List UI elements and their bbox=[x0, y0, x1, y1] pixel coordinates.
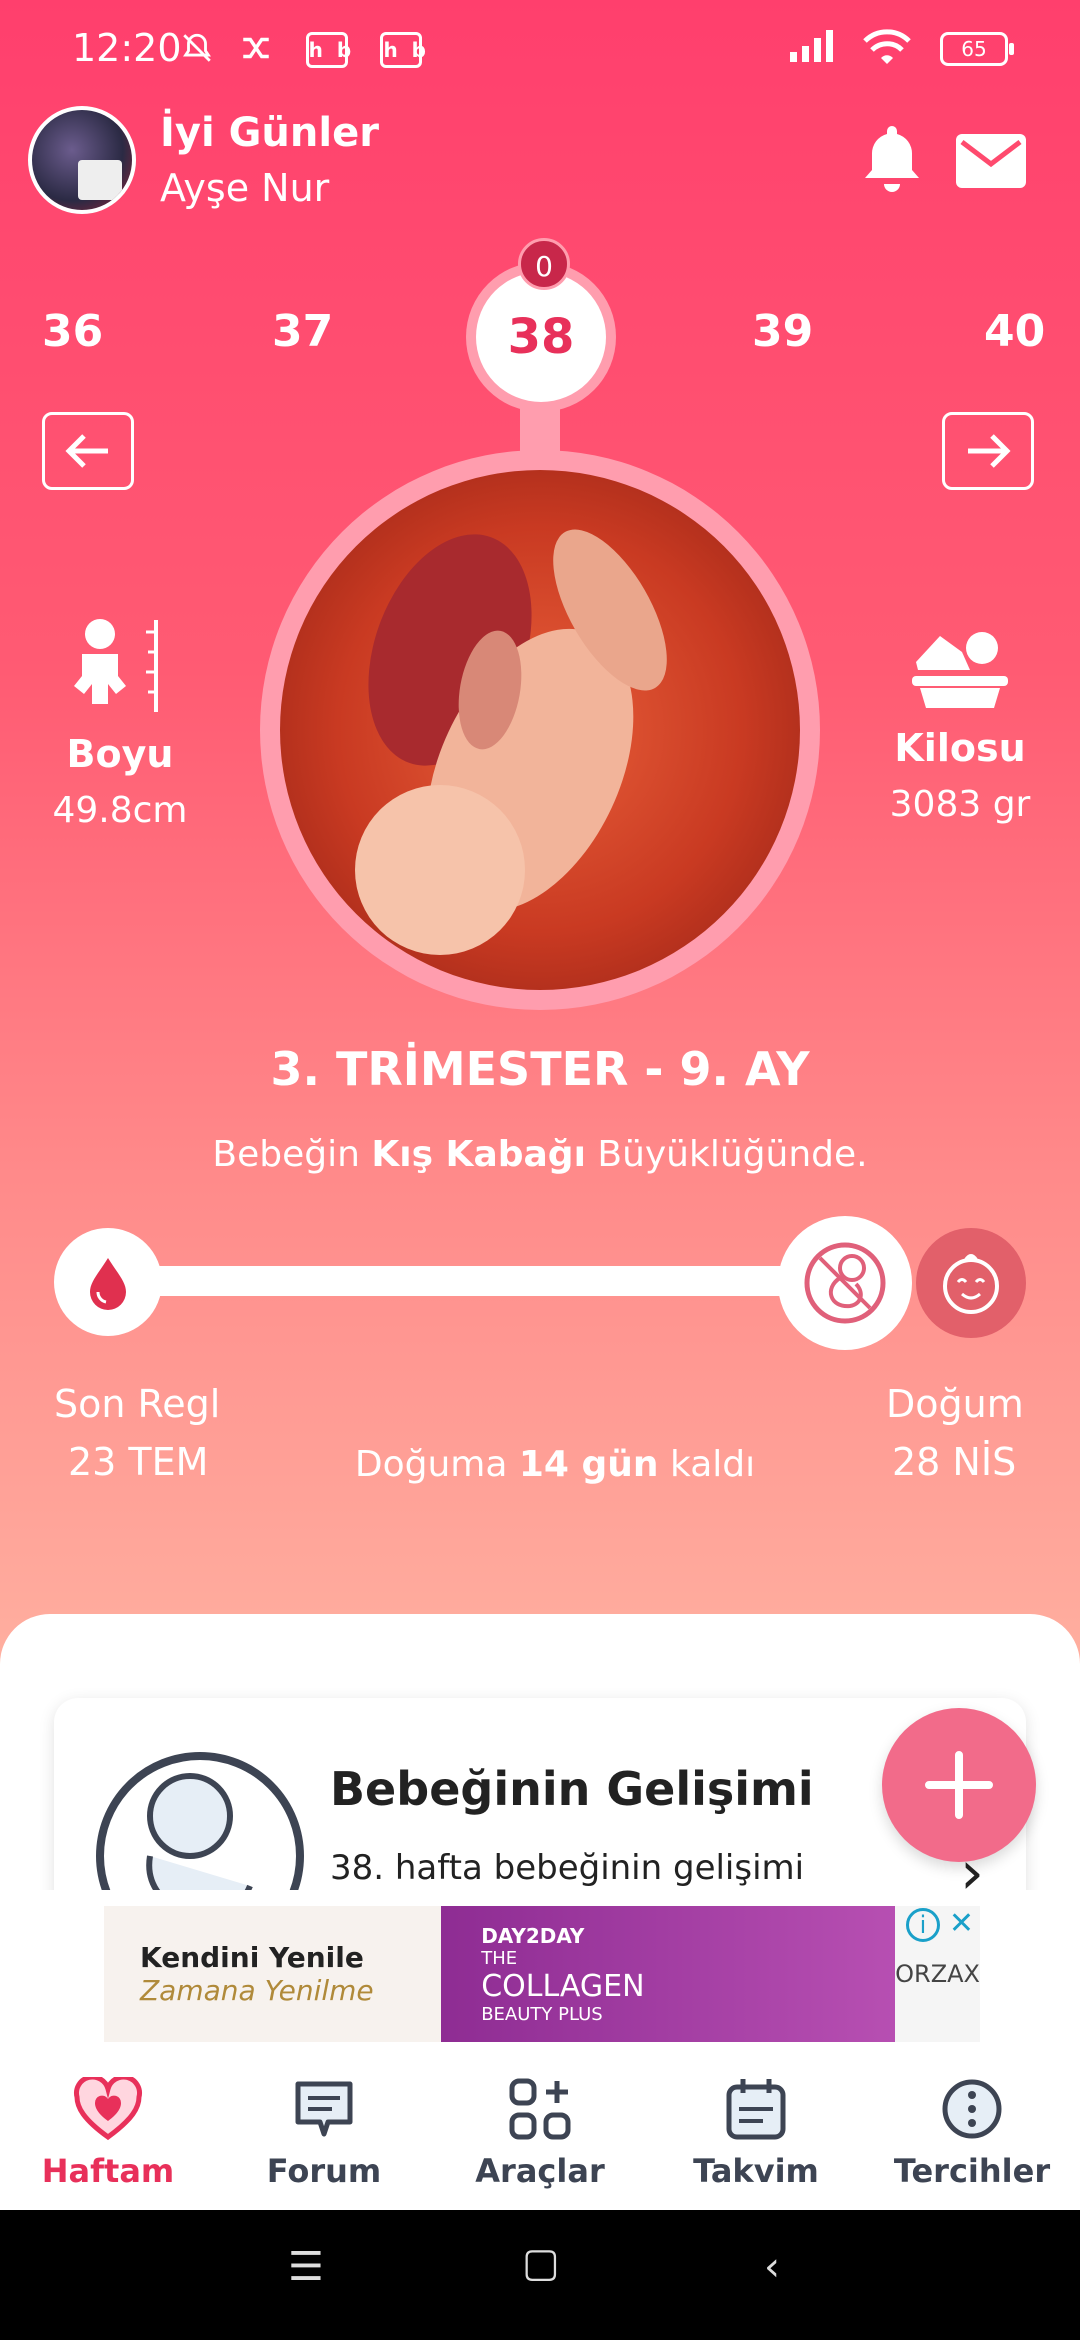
week-item-37[interactable]: 37 bbox=[272, 306, 333, 357]
ad-left-panel: Kendini Yenile Zamana Yenilme bbox=[104, 1906, 442, 2042]
countdown-text: Doğuma 14 gün kaldı bbox=[0, 1444, 1080, 1485]
countdown-prefix: Doğuma bbox=[354, 1444, 519, 1485]
wifi-icon bbox=[863, 29, 911, 64]
tab-label: Araçlar bbox=[475, 2152, 605, 2190]
home-icon[interactable]: ▢ bbox=[522, 2240, 560, 2286]
tab-haftam[interactable]: Haftam bbox=[8, 2072, 208, 2190]
avatar[interactable] bbox=[28, 106, 136, 214]
week-counter-badge: 0 bbox=[518, 238, 570, 290]
countdown-suffix: kaldı bbox=[658, 1444, 756, 1485]
height-value: 49.8cm bbox=[52, 790, 188, 831]
ad-banner[interactable]: Kendini Yenile Zamana Yenilme DAY2DAY TH… bbox=[0, 1890, 1080, 2046]
fetus-illustration bbox=[280, 470, 800, 990]
baby-scale-icon bbox=[912, 632, 1008, 708]
arrow-left-icon bbox=[65, 434, 108, 468]
blood-drop-icon bbox=[90, 1258, 126, 1310]
baby-size-text: Bebeğin Kış Kabağı Büyüklüğünde. bbox=[0, 1134, 1080, 1175]
week-item-39[interactable]: 39 bbox=[752, 306, 813, 357]
battery-indicator: 65 bbox=[940, 32, 1014, 66]
ad-product-panel: DAY2DAY THE COLLAGEN BEAUTY PLUS bbox=[441, 1906, 896, 2042]
card-subtitle: 38. hafta bebeğinin gelişimi bbox=[330, 1848, 805, 1888]
plus-icon bbox=[925, 1751, 993, 1819]
current-week-connector bbox=[520, 400, 560, 452]
tab-takvim[interactable]: Takvim bbox=[656, 2072, 856, 2190]
last-period-marker bbox=[54, 1228, 162, 1336]
greeting-text: İyi Günler bbox=[160, 110, 379, 156]
back-icon[interactable]: ‹ bbox=[764, 2244, 780, 2290]
week-item-40[interactable]: 40 bbox=[984, 306, 1045, 357]
previous-week-button[interactable] bbox=[42, 412, 134, 490]
weight-value: 3083 gr bbox=[889, 784, 1031, 825]
add-button[interactable] bbox=[882, 1708, 1036, 1862]
current-week[interactable]: 38 bbox=[476, 272, 606, 402]
ad-slogan-line2: Zamana Yenilme bbox=[140, 1974, 374, 2007]
tab-araclar[interactable]: Araçlar bbox=[440, 2072, 640, 2190]
mail-icon[interactable] bbox=[956, 134, 1026, 188]
bottom-tab-bar: Haftam Forum Araçlar Takvim Tercihler bbox=[0, 2050, 1080, 2210]
ad-product-sub: BEAUTY PLUS bbox=[481, 2003, 603, 2025]
current-progress-marker bbox=[778, 1216, 912, 1350]
hb-badge: hb bbox=[380, 32, 426, 68]
fetus-circle-icon bbox=[804, 1242, 886, 1324]
status-bar: 12:20 hb hb 65 bbox=[0, 0, 1080, 96]
calendar-icon bbox=[726, 2079, 786, 2140]
signal-icon bbox=[790, 30, 833, 62]
tab-label: Tercihler bbox=[893, 2152, 1051, 2190]
next-week-button[interactable] bbox=[942, 412, 1034, 490]
due-label: Doğum bbox=[886, 1382, 1024, 1426]
pregnancy-progress-track bbox=[110, 1266, 850, 1296]
trimester-title: 3. TRİMESTER - 9. AY bbox=[270, 1042, 810, 1096]
hb-badge: hb bbox=[305, 32, 351, 68]
status-time: 12:20 bbox=[72, 26, 182, 70]
arrow-right-icon bbox=[968, 434, 1011, 468]
ad-right-panel: ORZAX i ✕ bbox=[895, 1906, 980, 2042]
height-label: Boyu bbox=[66, 732, 174, 776]
size-prefix: Bebeğin bbox=[212, 1134, 372, 1175]
status-notification-icons: hb hb bbox=[180, 26, 426, 68]
tools-icon bbox=[509, 2078, 571, 2140]
countdown-value: 14 gün bbox=[518, 1444, 659, 1485]
ad-company: ORZAX bbox=[895, 1960, 980, 1988]
baby-face-icon bbox=[943, 1254, 999, 1314]
tab-label: Haftam bbox=[41, 2152, 175, 2190]
fetus-icon bbox=[355, 529, 667, 955]
size-suffix: Büyüklüğünde. bbox=[585, 1134, 868, 1175]
baby-height-icon bbox=[74, 619, 158, 712]
ad-slogan-line1: Kendini Yenile bbox=[140, 1941, 364, 1974]
ad-close-icon[interactable]: ✕ bbox=[949, 1906, 974, 1941]
birth-marker bbox=[916, 1228, 1026, 1338]
card-title: Bebeğinin Gelişimi bbox=[330, 1762, 814, 1816]
more-icon bbox=[942, 2079, 1002, 2139]
ad-product-name: COLLAGEN bbox=[481, 1968, 645, 2004]
last-period-label: Son Regl bbox=[54, 1382, 221, 1426]
mute-icon bbox=[183, 33, 211, 62]
weight-label: Kilosu bbox=[894, 726, 1026, 770]
size-fruit: Kış Kabağı bbox=[371, 1134, 586, 1175]
tab-label: Forum bbox=[266, 2152, 382, 2190]
ad-product-the: THE bbox=[481, 1947, 518, 1969]
tab-tercihler[interactable]: Tercihler bbox=[872, 2072, 1072, 2190]
user-name: Ayşe Nur bbox=[160, 166, 330, 210]
chat-icon bbox=[295, 2081, 353, 2137]
tab-label: Takvim bbox=[693, 2152, 819, 2190]
tab-forum[interactable]: Forum bbox=[224, 2072, 424, 2190]
week-item-36[interactable]: 36 bbox=[42, 306, 103, 357]
menu-icon[interactable]: ☰ bbox=[288, 2244, 324, 2290]
ad-info-icon[interactable]: i bbox=[906, 1908, 940, 1942]
shuffle-icon bbox=[243, 37, 269, 58]
system-navigation-bar: ☰ ▢ ‹ bbox=[0, 2210, 1080, 2340]
bell-icon[interactable] bbox=[860, 122, 924, 196]
heart-icon bbox=[74, 2077, 142, 2141]
ad-brand: DAY2DAY bbox=[481, 1923, 585, 1948]
